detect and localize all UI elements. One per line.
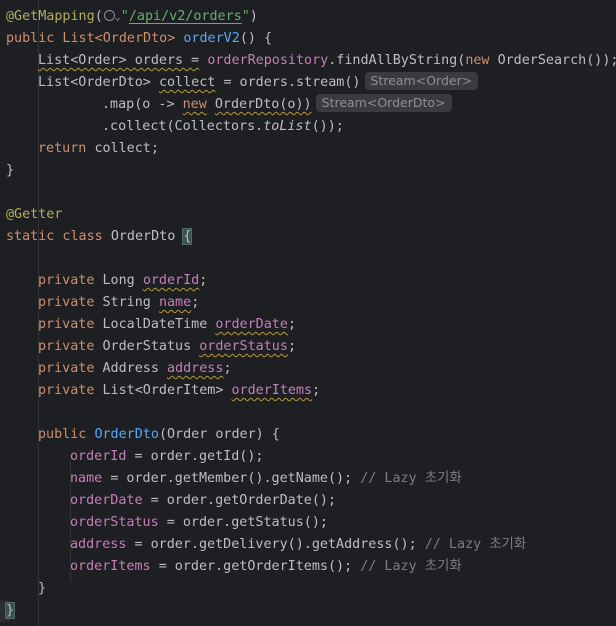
field-declaration: private OrderStatus orderStatus; <box>38 339 296 354</box>
code-line: @Getter <box>6 204 62 226</box>
code-line: List<OrderDto> collect = orders.stream()… <box>38 72 479 94</box>
globe-icon[interactable] <box>103 10 115 21</box>
inlay-hint: Stream<Order> <box>364 72 479 90</box>
field-declaration: private Address address; <box>38 361 232 376</box>
assignment-line: orderStatus = order.getStatus(); <box>70 515 328 530</box>
code-line: static class OrderDto { <box>6 228 193 245</box>
assignment-line: orderItems = order.getOrderItems(); // L… <box>70 559 462 574</box>
comment: // Lazy 초기화 <box>360 471 462 486</box>
code-editor[interactable]: @GetMapping(⌄"/api/v2/orders") public Li… <box>0 0 616 626</box>
field-declaration: private String name; <box>38 295 200 310</box>
code-line: List<Order> orders = orderRepository.fin… <box>38 53 616 68</box>
code-line: } <box>4 602 16 619</box>
code-line: public OrderDto(Order order) { <box>38 427 280 442</box>
constructor-name[interactable]: OrderDto <box>94 427 159 442</box>
field-declaration: private List<OrderItem> orderItems; <box>38 383 321 398</box>
code-line: @GetMapping(⌄"/api/v2/orders") <box>6 9 258 24</box>
code-line: .collect(Collectors.toList()); <box>102 119 344 134</box>
annotation: @Getter <box>6 207 63 222</box>
endpoint-link[interactable]: /api/v2/orders <box>129 9 242 24</box>
inlay-hint: Stream<OrderDto> <box>315 94 452 112</box>
code-line: .map(o -> new OrderDto(o)) Stream<OrderDt… <box>102 94 452 116</box>
comment: // Lazy 초기화 <box>424 537 527 552</box>
annotation: @GetMapping <box>6 9 95 24</box>
code-line: return collect; <box>38 141 159 156</box>
code-line: } <box>38 581 47 596</box>
field-declaration: private LocalDateTime orderDate; <box>38 317 296 332</box>
assignment-line: orderDate = order.getOrderDate(); <box>70 493 337 508</box>
code-line: } <box>6 163 15 178</box>
assignment-line: address = order.getDelivery().getAddress… <box>70 537 527 552</box>
comment: // Lazy 초기화 <box>360 559 462 574</box>
code-line: public List<OrderDto> orderV2() { <box>6 31 273 46</box>
field-declaration: private Long orderId; <box>38 273 208 288</box>
assignment-line: name = order.getMember().getName(); // L… <box>70 471 462 486</box>
assignment-line: orderId = order.getId(); <box>70 449 264 464</box>
method-name[interactable]: orderV2 <box>183 31 239 46</box>
class-name[interactable]: OrderDto <box>111 229 176 244</box>
